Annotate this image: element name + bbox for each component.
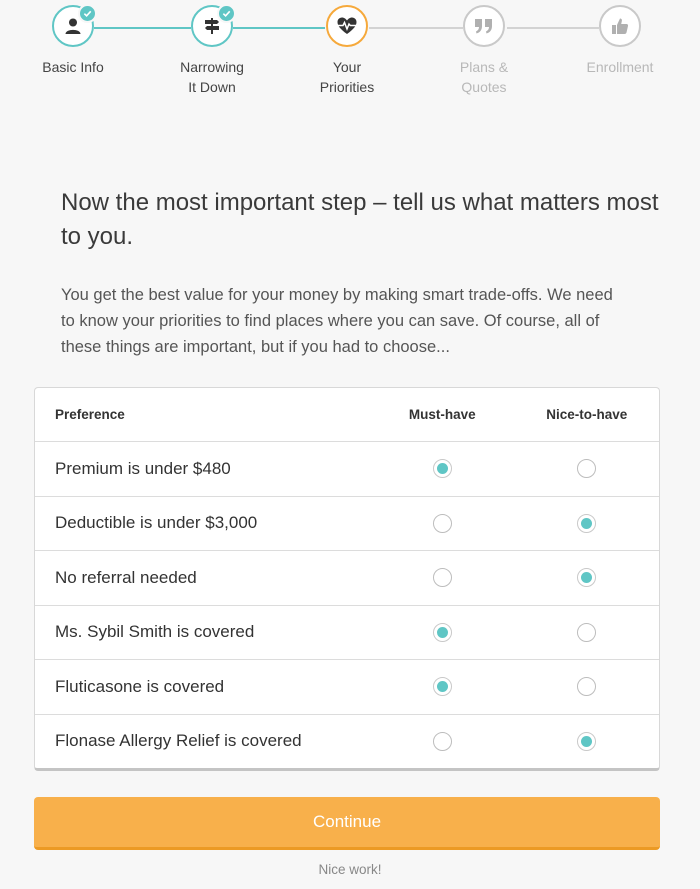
step-narrowing-it-down[interactable]: Narrowing It Down xyxy=(152,4,272,97)
quote-icon xyxy=(475,19,492,34)
nice-to-have-radio[interactable] xyxy=(577,568,597,588)
preferences-table: Preference Must-have Nice-to-have Premiu… xyxy=(34,387,660,771)
continue-button[interactable]: Continue xyxy=(34,797,660,850)
step-your-priorities[interactable]: Your Priorities xyxy=(287,5,407,97)
preference-label: No referral needed xyxy=(55,567,197,587)
page-title: Now the most important step – tell us wh… xyxy=(61,189,659,250)
column-header-preference: Preference xyxy=(55,407,125,422)
step-enrollment[interactable]: Enrollment xyxy=(560,5,680,77)
must-have-radio[interactable] xyxy=(432,731,452,751)
heartbeat-icon xyxy=(337,17,357,34)
must-have-radio[interactable] xyxy=(432,677,452,697)
table-row: No referral needed xyxy=(35,550,659,605)
step-label: Plans & Quotes xyxy=(459,59,509,95)
preference-label: Deductible is under $3,000 xyxy=(55,513,258,533)
step-label: Basic Info xyxy=(42,59,104,75)
preference-label: Fluticasone is covered xyxy=(55,676,225,696)
footnote-text: Nice work! xyxy=(318,862,382,877)
intro-text: You get the best value for your money by… xyxy=(61,286,613,356)
check-icon xyxy=(217,4,236,23)
step-circle xyxy=(599,5,641,47)
table-row: Fluticasone is covered xyxy=(35,659,659,714)
step-circle xyxy=(463,5,505,47)
progress-stepper: Basic Info Narrowing It Down Your Priori… xyxy=(0,0,700,110)
check-icon xyxy=(78,4,97,23)
step-circle xyxy=(191,4,236,47)
nice-to-have-radio[interactable] xyxy=(577,459,597,479)
preference-label: Premium is under $480 xyxy=(55,458,231,478)
step-basic-info[interactable]: Basic Info xyxy=(13,4,133,77)
step-label: Your Priorities xyxy=(319,59,375,95)
step-label: Narrowing It Down xyxy=(180,59,244,95)
nice-to-have-radio[interactable] xyxy=(577,731,597,751)
nice-to-have-radio[interactable] xyxy=(577,677,597,697)
must-have-radio[interactable] xyxy=(432,513,452,533)
preference-label: Ms. Sybil Smith is covered xyxy=(55,622,255,642)
table-row: Ms. Sybil Smith is covered xyxy=(35,604,659,660)
step-circle xyxy=(52,4,97,47)
step-circle xyxy=(326,5,368,47)
preference-label: Flonase Allergy Relief is covered xyxy=(55,731,302,751)
table-row: Premium is under $480 xyxy=(35,441,659,496)
nice-to-have-radio[interactable] xyxy=(577,622,597,642)
step-plans-and-quotes[interactable]: Plans & Quotes xyxy=(424,5,544,97)
step-label: Enrollment xyxy=(586,59,654,75)
table-row: Flonase Allergy Relief is covered xyxy=(35,713,659,769)
table-row: Deductible is under $3,000 xyxy=(35,495,659,551)
column-header-nice-to-have: Nice-to-have xyxy=(546,407,628,422)
thumbs-up-icon xyxy=(612,18,629,34)
must-have-radio[interactable] xyxy=(432,622,452,642)
table-header: Preference Must-have Nice-to-have xyxy=(35,388,659,441)
column-header-must-have: Must-have xyxy=(408,407,476,422)
must-have-radio[interactable] xyxy=(432,459,452,479)
must-have-radio[interactable] xyxy=(432,568,452,588)
nice-to-have-radio[interactable] xyxy=(577,513,597,533)
